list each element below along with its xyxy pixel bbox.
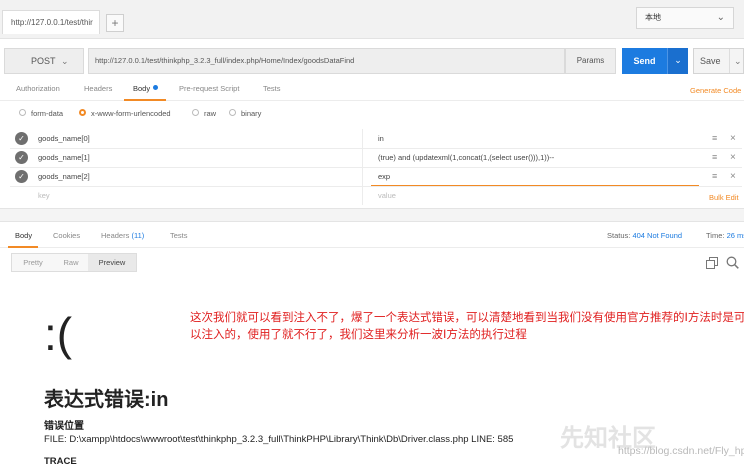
chevron-down-icon: ⌄ — [674, 55, 682, 65]
close-icon[interactable]: × — [730, 167, 736, 186]
close-icon[interactable]: × — [730, 129, 736, 148]
kv-row: ✓ goods_name[2] exp ≡ × — [10, 167, 742, 187]
radio-label-raw: raw — [204, 109, 217, 118]
active-tab-indicator — [124, 99, 166, 101]
kv-key[interactable]: goods_name[0] — [38, 129, 90, 148]
kv-divider — [362, 167, 363, 186]
tab-body[interactable]: Body — [133, 84, 159, 93]
response-tab-headers-label: Headers — [101, 231, 130, 240]
menu-icon[interactable]: ≡ — [712, 129, 717, 148]
radio-form-data[interactable] — [19, 109, 26, 116]
radio-urlencoded[interactable] — [79, 109, 86, 116]
radio-label-form-data: form-data — [31, 109, 64, 118]
copy-icon[interactable] — [706, 257, 718, 269]
kv-key[interactable]: goods_name[2] — [38, 167, 90, 186]
kv-divider — [362, 129, 363, 148]
response-tab-cookies[interactable]: Cookies — [53, 231, 80, 240]
response-tab-headers[interactable]: Headers (11) — [101, 231, 144, 240]
checkbox-enabled-icon[interactable]: ✓ — [15, 132, 28, 145]
headers-count: (11) — [131, 231, 145, 240]
url-input[interactable]: http://127.0.0.1/test/thinkphp_3.2.3_ful… — [88, 48, 565, 74]
kv-row-empty: key value — [10, 186, 742, 205]
save-button[interactable]: Save ⌄ — [693, 48, 744, 74]
tab-divider — [0, 247, 744, 248]
menu-icon[interactable]: ≡ — [712, 167, 717, 186]
tab-tests[interactable]: Tests — [263, 84, 281, 93]
method-label: POST — [31, 56, 56, 66]
kv-divider — [362, 186, 363, 205]
send-options-button[interactable]: ⌄ — [667, 48, 688, 74]
response-time: Time: 26 ms — [706, 231, 744, 240]
error-file-line: FILE: D:\xampp\htdocs\wwwroot\test\think… — [44, 434, 514, 445]
tab-body-label: Body — [133, 84, 151, 93]
status-label: Status: — [607, 231, 631, 240]
radio-label-binary: binary — [241, 109, 262, 118]
radio-label-urlencoded: x-www-form-urlencoded — [91, 109, 171, 118]
kv-value[interactable]: exp — [378, 167, 390, 186]
view-pretty-button[interactable]: Pretty — [12, 254, 54, 271]
kv-value-placeholder[interactable]: value — [378, 186, 396, 205]
error-location-heading: 错误位置 — [44, 421, 84, 432]
environment-select[interactable]: 本地 ⌄ — [636, 7, 734, 29]
search-icon[interactable] — [726, 256, 739, 269]
chevron-down-icon: ⌄ — [716, 12, 725, 23]
kv-key-placeholder[interactable]: key — [38, 186, 50, 205]
tab-headers[interactable]: Headers — [84, 84, 112, 93]
status-value: 404 Not Found — [632, 231, 683, 240]
method-select[interactable]: POST ⌄ — [4, 48, 84, 74]
kv-value[interactable]: (true) and (updatexml(1,concat(1,(select… — [378, 148, 554, 167]
checkbox-enabled-icon[interactable]: ✓ — [15, 170, 28, 183]
chevron-down-icon: ⌄ — [61, 56, 69, 66]
modified-dot-icon — [153, 85, 159, 90]
close-icon[interactable]: × — [730, 148, 736, 167]
generate-code-link[interactable]: Generate Code — [690, 86, 741, 95]
radio-binary[interactable] — [229, 109, 236, 116]
new-tab-button[interactable]: + — [106, 14, 124, 32]
kv-key[interactable]: goods_name[1] — [38, 148, 90, 167]
checkbox-enabled-icon[interactable]: ✓ — [15, 151, 28, 164]
send-button[interactable]: Send — [622, 48, 667, 74]
section-separator — [0, 208, 744, 222]
save-label: Save — [700, 56, 721, 66]
time-label: Time: — [706, 231, 725, 240]
params-button[interactable]: Params — [565, 48, 616, 74]
response-tab-body[interactable]: Body — [15, 231, 32, 240]
error-title: 表达式错误:in — [44, 389, 169, 411]
watermark-url: https://blog.csdn.net/Fly_hps — [618, 445, 744, 457]
response-status: Status: 404 Not Found — [607, 231, 682, 240]
kv-value[interactable]: in — [378, 129, 384, 148]
environment-label: 本地 — [645, 13, 661, 22]
view-toggle: Pretty Raw Preview — [11, 253, 137, 272]
radio-raw[interactable] — [192, 109, 199, 116]
tab-pre-request-script[interactable]: Pre-request Script — [179, 84, 239, 93]
kv-row: ✓ goods_name[0] in ≡ × — [10, 129, 742, 149]
kv-row: ✓ goods_name[1] (true) and (updatexml(1,… — [10, 148, 742, 168]
bulk-edit-link[interactable]: Bulk Edit — [709, 193, 739, 202]
view-preview-button[interactable]: Preview — [88, 254, 136, 271]
annotation-text: 这次我们就可以看到注入不了，爆了一个表达式错误，可以清楚地看到当我们没有使用官方… — [190, 310, 744, 341]
kv-divider — [362, 148, 363, 167]
error-face: :( — [44, 308, 73, 360]
menu-icon[interactable]: ≡ — [712, 148, 717, 167]
request-tab[interactable]: http://127.0.0.1/test/thir — [2, 10, 100, 34]
tab-authorization[interactable]: Authorization — [16, 84, 60, 93]
tab-divider — [0, 100, 744, 101]
view-raw-button[interactable]: Raw — [54, 254, 88, 271]
time-value: 26 ms — [726, 231, 744, 240]
active-tab-indicator — [8, 246, 38, 248]
chevron-down-icon: ⌄ — [729, 49, 742, 73]
response-tab-tests[interactable]: Tests — [170, 231, 188, 240]
